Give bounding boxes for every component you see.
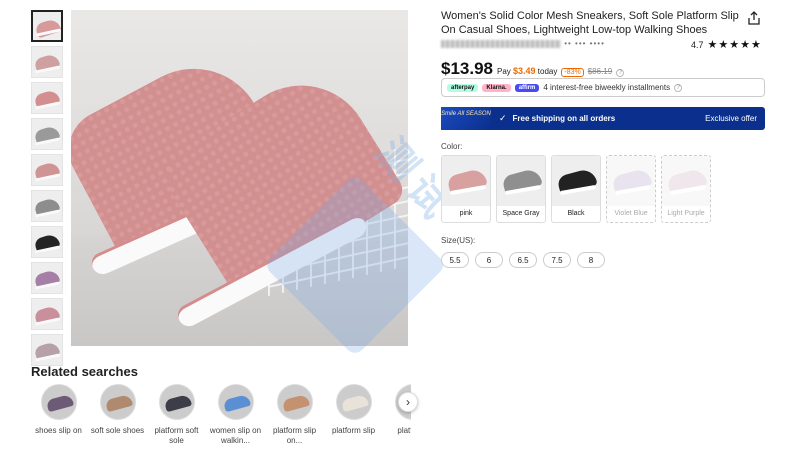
- color-swatch-image: [497, 156, 545, 206]
- related-search-image: [335, 384, 372, 420]
- size-option[interactable]: 7.5: [543, 252, 571, 268]
- size-option[interactable]: 6: [475, 252, 503, 268]
- color-swatch-label: Space Gray: [502, 210, 540, 217]
- related-search-label: platform slip on...: [272, 426, 317, 445]
- color-swatch-image: [607, 156, 655, 206]
- store-info: •• ••• ••••: [441, 39, 605, 48]
- free-shipping-text: Free shipping on all orders: [512, 114, 616, 123]
- season-badge: Smile All SEASON: [441, 107, 491, 130]
- rating-value: 4.7: [691, 39, 704, 50]
- store-name-blurred: [441, 39, 561, 48]
- installments-banner[interactable]: afterpay Klarna. affirm 4 interest-free …: [441, 78, 765, 97]
- price-row: $13.98 Pay $3.49 today -83% $86.19 ?: [441, 59, 625, 79]
- original-price: $86.19: [587, 67, 613, 76]
- free-shipping-banner[interactable]: Smile All SEASON ✓ Free shipping on all …: [441, 107, 765, 130]
- thumbnail[interactable]: [31, 298, 63, 330]
- color-swatch-label: Light Purple: [667, 210, 705, 217]
- related-search-shoe: [104, 393, 133, 413]
- color-swatch[interactable]: Violet Blue: [606, 155, 656, 223]
- color-swatch[interactable]: Space Gray: [496, 155, 546, 223]
- share-icon[interactable]: [746, 10, 762, 26]
- related-search-item[interactable]: women slip on walkin...: [208, 384, 263, 446]
- related-search-item[interactable]: shoes slip on: [31, 384, 86, 436]
- star-icon: ★★★★★: [707, 39, 762, 51]
- related-search-item[interactable]: platform slip on...: [267, 384, 322, 446]
- related-search-item[interactable]: soft sole shoes: [90, 384, 145, 436]
- related-search-item[interactable]: platform slip: [326, 384, 381, 436]
- thumbnail[interactable]: [31, 262, 63, 294]
- current-price: $13.98: [441, 59, 493, 78]
- store-suffix: •• ••• ••••: [564, 39, 605, 48]
- related-search-image: [158, 384, 195, 420]
- size-options: 5.5 6 6.5 7.5 8: [441, 252, 605, 268]
- pay-amount: $3.49: [513, 66, 536, 76]
- size-option[interactable]: 6.5: [509, 252, 537, 268]
- related-searches-list: shoes slip on soft sole shoes platform sof…: [31, 384, 411, 458]
- color-swatch-image: [442, 156, 490, 206]
- exclusive-offer-text: Exclusive offer: [705, 114, 757, 123]
- related-search-image: [217, 384, 254, 420]
- pay-prefix: Pay: [497, 67, 511, 76]
- related-search-image: [276, 384, 313, 420]
- thumbnail[interactable]: [31, 154, 63, 186]
- thumbnail[interactable]: [31, 46, 63, 78]
- related-search-item[interactable]: platform soft sole: [149, 384, 204, 446]
- related-search-label: platform slip: [331, 426, 376, 435]
- pay-suffix: today: [537, 67, 558, 76]
- related-next-button[interactable]: ›: [398, 392, 418, 412]
- size-option[interactable]: 5.5: [441, 252, 469, 268]
- discount-badge: -83%: [561, 68, 584, 77]
- related-search-image: [99, 384, 136, 420]
- afterpay-logo: afterpay: [447, 83, 479, 92]
- klarna-logo: Klarna.: [482, 83, 511, 92]
- color-swatch[interactable]: pink: [441, 155, 491, 223]
- thumbnail[interactable]: [31, 10, 63, 42]
- installments-text: 4 interest-free biweekly installments: [543, 83, 671, 92]
- related-search-label: shoes slip on: [35, 426, 82, 435]
- related-search-shoe: [281, 393, 310, 413]
- color-swatch-image: [552, 156, 600, 206]
- thumbnail[interactable]: [31, 226, 63, 258]
- related-search-label: platf sho: [397, 426, 411, 435]
- color-swatch-label: Violet Blue: [614, 210, 648, 217]
- pay-today: Pay $3.49 today: [497, 66, 557, 76]
- check-icon: ✓: [499, 113, 507, 123]
- related-search-shoe: [163, 393, 192, 413]
- related-search-shoe: [222, 393, 251, 413]
- color-swatch-label: Black: [567, 210, 585, 217]
- affirm-logo: affirm: [514, 83, 540, 92]
- color-swatch-image: [662, 156, 710, 206]
- color-swatch-label: pink: [459, 210, 473, 217]
- thumbnail-strip: [31, 10, 64, 370]
- product-title: Women's Solid Color Mesh Sneakers, Soft …: [441, 10, 739, 36]
- color-swatch[interactable]: Light Purple: [661, 155, 711, 223]
- related-search-label: soft sole shoes: [90, 426, 145, 435]
- color-swatch[interactable]: Black: [551, 155, 601, 223]
- related-search-label: women slip on walkin...: [209, 426, 262, 445]
- rating[interactable]: 4.7 ★★★★★: [691, 38, 762, 51]
- installments-info-icon[interactable]: ?: [674, 83, 683, 92]
- thumbnail[interactable]: [31, 334, 63, 366]
- thumbnail[interactable]: [31, 82, 63, 114]
- thumbnail[interactable]: [31, 190, 63, 222]
- related-search-image: [40, 384, 77, 420]
- thumbnail[interactable]: [31, 118, 63, 150]
- related-search-shoe: [340, 393, 369, 413]
- size-label: Size(US):: [441, 236, 476, 245]
- related-search-label: platform soft sole: [154, 426, 199, 445]
- related-search-shoe: [45, 393, 74, 413]
- color-label: Color:: [441, 142, 463, 151]
- price-info-icon[interactable]: ?: [616, 68, 625, 77]
- color-swatches: pink Space Gray Black Violet Blue Light Purp…: [441, 155, 711, 223]
- size-option[interactable]: 8: [577, 252, 605, 268]
- related-searches-title: Related searches: [31, 364, 138, 379]
